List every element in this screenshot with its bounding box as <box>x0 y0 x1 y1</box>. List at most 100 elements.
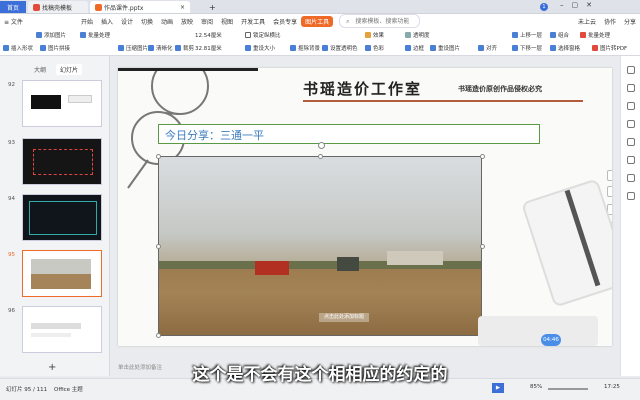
reset-size-button[interactable]: 重设大小 <box>245 44 275 52</box>
user-badge[interactable]: 1 <box>540 3 548 11</box>
truck <box>255 261 289 275</box>
sidebar-icon[interactable] <box>627 66 635 74</box>
slide-thumbnail[interactable] <box>22 306 102 353</box>
compress-button[interactable]: 压缩图片 <box>118 44 148 52</box>
bring-forward-button[interactable]: 上移一层 <box>512 31 542 39</box>
slide-thumbnail[interactable] <box>22 138 102 185</box>
slide-thumbnail[interactable] <box>22 80 102 127</box>
tab-document[interactable]: 作品课件.pptx × <box>90 1 190 13</box>
menu-animation[interactable]: 动画 <box>157 17 177 26</box>
share-text: 今日分享：三通一平 <box>165 129 264 142</box>
group-button[interactable]: 组合 <box>550 31 569 39</box>
construction-photo[interactable]: 点击此处添加标题 <box>158 156 482 336</box>
width-field[interactable]: 32.81厘米 <box>195 44 222 52</box>
tab-home[interactable]: 首页 <box>0 1 26 13</box>
menu-review[interactable]: 审阅 <box>197 17 217 26</box>
menu-start[interactable]: 开始 <box>77 17 97 26</box>
tab-outline[interactable]: 大纲 <box>34 65 46 74</box>
slide-subtitle: 书瑶造价原创作品侵权必究 <box>458 84 542 93</box>
theme-name: Office 主题 <box>54 387 83 393</box>
collaborate-button[interactable]: 协作 <box>600 17 620 26</box>
add-picture-button[interactable]: 添加图片 <box>36 31 66 39</box>
send-backward-button[interactable]: 下移一层 <box>512 44 542 52</box>
menu-design[interactable]: 设计 <box>117 17 137 26</box>
reset-picture-button[interactable]: 重设图片 <box>430 44 460 52</box>
set-transparent-color-button[interactable]: 设置透明色 <box>322 44 358 52</box>
resize-handle[interactable] <box>318 154 323 159</box>
video-caption: 这个是不会有这个相相应的约定的 <box>192 365 448 385</box>
menu-file[interactable]: ≡ 文件 <box>0 17 27 26</box>
sidebar-icon[interactable] <box>627 120 635 128</box>
new-tab-button[interactable]: + <box>204 1 221 13</box>
selection-pane-button[interactable]: 选择窗格 <box>550 44 580 52</box>
title-underline <box>303 100 583 102</box>
title-bar: 首页 找稿壳模板 作品课件.pptx × + 1 –▢✕ <box>0 0 640 14</box>
right-sidebar <box>620 56 640 376</box>
slide-thumbnail[interactable] <box>22 194 102 241</box>
batch-process-button[interactable]: 批量处理 <box>80 31 110 39</box>
menu-bar: ≡ 文件 开始 插入 设计 切换 动画 放映 审阅 视图 开发工具 会员专享 图… <box>0 14 640 28</box>
tab-slides[interactable]: 幻灯片 <box>56 64 83 75</box>
menu-vip[interactable]: 会员专享 <box>269 17 301 26</box>
height-field[interactable]: 12.54厘米 <box>195 31 222 39</box>
keyboard-decoration <box>478 316 598 346</box>
resize-handle[interactable] <box>156 154 161 159</box>
resize-handle[interactable] <box>480 154 485 159</box>
menu-transition[interactable]: 切换 <box>137 17 157 26</box>
sharpen-button[interactable]: 清晰化 <box>148 44 173 52</box>
slide-number: 92 <box>8 82 15 88</box>
slide-thumbnail-selected[interactable] <box>22 250 102 297</box>
insert-shape-button[interactable]: 插入形状 <box>3 44 33 52</box>
menu-insert[interactable]: 插入 <box>97 17 117 26</box>
share-button[interactable]: 分享 <box>620 17 640 26</box>
search-input[interactable]: ⌕ 搜索模板、搜索功能 <box>339 14 421 28</box>
align-button[interactable]: 对齐 <box>478 44 497 52</box>
resize-handle[interactable] <box>156 333 161 338</box>
share-text-box[interactable]: 今日分享：三通一平 <box>158 124 540 144</box>
wps-icon <box>33 3 40 11</box>
ribbon-toolbar: 添加图片 批量处理 12.54厘米 锁定纵横比 效果 透明度 上移一层 组合 批… <box>0 28 640 56</box>
slide-title: 书瑶造价工作室 <box>303 80 423 98</box>
sidebar-icon[interactable] <box>627 192 635 200</box>
building <box>387 251 443 265</box>
border-button[interactable]: 边框 <box>405 44 424 52</box>
tab-home-label: 首页 <box>6 4 19 12</box>
crop-button[interactable]: 裁剪 <box>175 44 194 52</box>
cloud-status[interactable]: 未上云 <box>574 17 600 26</box>
menu-picture-tools[interactable]: 图片工具 <box>301 15 334 27</box>
menu-view[interactable]: 视图 <box>217 17 237 26</box>
rotate-handle[interactable] <box>318 142 325 149</box>
layers-icon[interactable] <box>607 170 612 181</box>
picture-join-button[interactable]: 图片拼接 <box>40 44 70 52</box>
slide-number: 95 <box>8 252 15 258</box>
remove-background-button[interactable]: 抠除背景 <box>290 44 320 52</box>
slide-canvas[interactable]: 书瑶造价工作室 书瑶造价原创作品侵权必究 今日分享：三通一平 点击此处添加标题 … <box>118 68 612 346</box>
resize-handle[interactable] <box>480 244 485 249</box>
tab-template-label: 找稿壳模板 <box>42 4 73 12</box>
zoom-icon[interactable] <box>607 186 612 197</box>
menu-developer[interactable]: 开发工具 <box>237 17 269 26</box>
ground <box>159 263 481 335</box>
resize-handle[interactable] <box>156 244 161 249</box>
decor-bar <box>118 68 258 71</box>
photo-watermark: 点击此处添加标题 <box>319 313 369 322</box>
picture-to-pdf-button[interactable]: 图片转PDF <box>592 44 627 52</box>
menu-slideshow[interactable]: 放映 <box>177 17 197 26</box>
time-badge: 04:46 <box>541 334 561 346</box>
excavator <box>337 257 359 271</box>
window-controls[interactable]: –▢✕ <box>560 1 600 9</box>
color-button[interactable]: 色彩 <box>365 44 384 52</box>
zoom-slider[interactable] <box>548 388 588 390</box>
tab-document-label: 作品课件.pptx <box>104 4 144 12</box>
close-icon[interactable]: × <box>180 4 185 11</box>
sidebar-icon[interactable] <box>627 84 635 92</box>
sidebar-icon[interactable] <box>627 174 635 182</box>
lock-ratio-checkbox[interactable]: 锁定纵横比 <box>245 31 281 39</box>
sidebar-icon[interactable] <box>627 102 635 110</box>
transparency-button[interactable]: 透明度 <box>405 31 430 39</box>
tab-template[interactable]: 找稿壳模板 <box>28 1 88 13</box>
sidebar-icon[interactable] <box>627 138 635 146</box>
effects-button[interactable]: 效果 <box>365 31 384 39</box>
batch-process-2-button[interactable]: 批量处理 <box>580 31 610 39</box>
sidebar-icon[interactable] <box>627 156 635 164</box>
